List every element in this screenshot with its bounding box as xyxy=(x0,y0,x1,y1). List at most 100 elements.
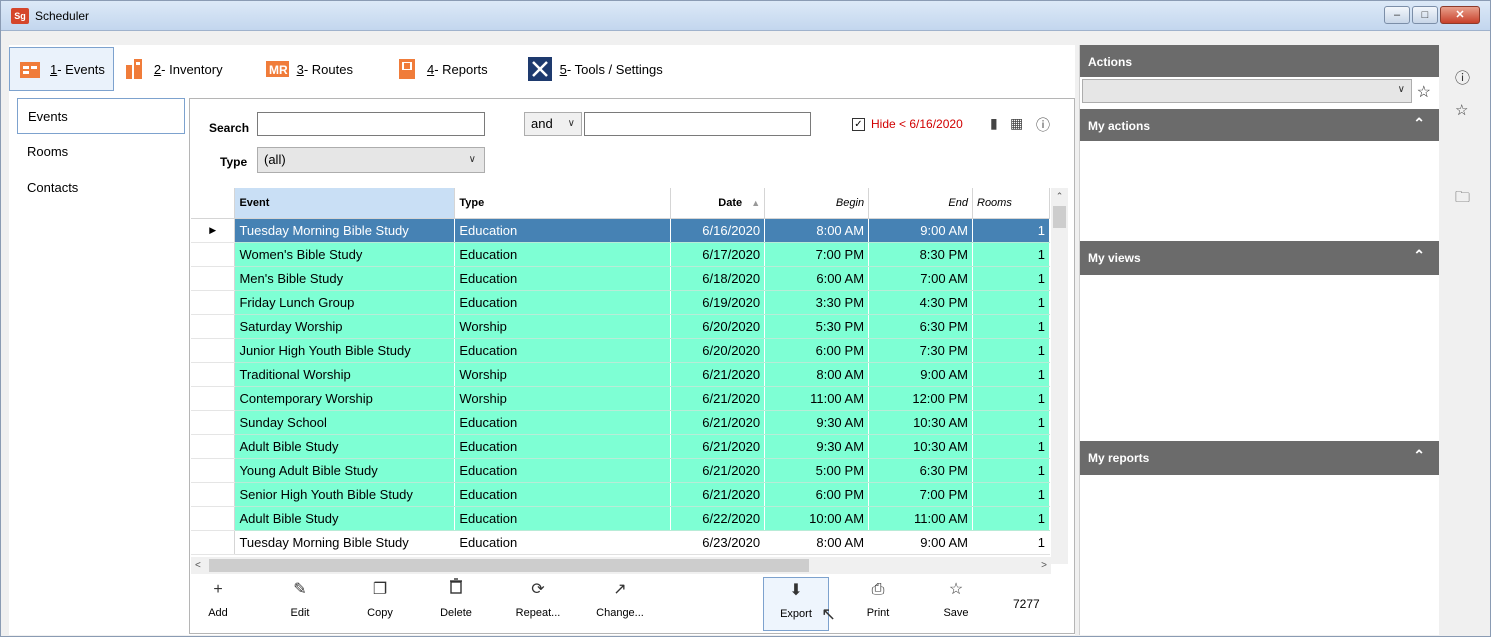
table-cell-date[interactable]: 6/21/2020 xyxy=(670,482,766,507)
subnav-item-contacts[interactable]: Contacts xyxy=(17,170,185,206)
table-row[interactable]: Adult Bible Study Education 6/21/2020 9:30 … xyxy=(191,434,1050,459)
table-cell-date[interactable]: 6/21/2020 xyxy=(670,362,766,387)
copy-button[interactable]: ❐ Copy xyxy=(355,577,405,631)
actions-select[interactable]: ∨ xyxy=(1082,79,1412,103)
vertical-scrollbar[interactable]: ⌃ xyxy=(1051,188,1068,564)
export-button[interactable]: ⬇ Export xyxy=(763,577,829,631)
scroll-up-icon[interactable]: ⌃ xyxy=(1051,188,1068,205)
change-button[interactable]: ↗ Change... xyxy=(595,577,645,631)
row-selector[interactable] xyxy=(191,338,236,363)
row-selector[interactable] xyxy=(191,290,236,315)
row-selector[interactable]: ▶ xyxy=(191,218,236,243)
table-cell-event[interactable]: Tuesday Morning Bible Study xyxy=(234,530,456,555)
add-button[interactable]: + Add xyxy=(193,577,243,631)
favorite-star-icon[interactable]: ☆ xyxy=(1417,82,1431,102)
table-cell-event[interactable]: Saturday Worship xyxy=(234,314,456,339)
table-cell-type[interactable]: Worship xyxy=(454,314,672,339)
repeat-button[interactable]: ⟳ Repeat... xyxy=(513,577,563,631)
table-cell-begin[interactable]: 9:30 AM xyxy=(764,434,870,459)
type-select[interactable]: (all) ∨ xyxy=(257,147,485,173)
table-cell-rooms[interactable]: 1 xyxy=(972,482,1050,507)
table-row[interactable]: Saturday Worship Worship 6/20/2020 5:30 PM 6… xyxy=(191,314,1050,339)
table-cell-event[interactable]: Tuesday Morning Bible Study xyxy=(234,218,456,243)
table-cell-rooms[interactable]: 1 xyxy=(972,266,1050,291)
table-row[interactable]: Tuesday Morning Bible Study Education 6/23… xyxy=(191,530,1050,555)
table-cell-date[interactable]: 6/20/2020 xyxy=(670,338,766,363)
help-icon[interactable]: ⓘ xyxy=(1455,67,1470,88)
table-cell-date[interactable]: 6/21/2020 xyxy=(670,434,766,459)
table-cell-rooms[interactable]: 1 xyxy=(972,458,1050,483)
my-reports-header[interactable]: My reports ⌃ xyxy=(1080,441,1439,475)
table-cell-begin[interactable]: 6:00 PM xyxy=(764,482,870,507)
table-cell-type[interactable]: Worship xyxy=(454,386,672,411)
table-cell-type[interactable]: Worship xyxy=(454,362,672,387)
layout-icon[interactable]: ▦ xyxy=(1010,115,1023,132)
table-cell-event[interactable]: Junior High Youth Bible Study xyxy=(234,338,456,363)
table-cell-begin[interactable]: 6:00 PM xyxy=(764,338,870,363)
tab-inventory[interactable]: 2 - Inventory xyxy=(114,47,231,91)
table-cell-end[interactable]: 4:30 PM xyxy=(868,290,973,315)
table-cell-event[interactable]: Senior High Youth Bible Study xyxy=(234,482,456,507)
table-cell-type[interactable]: Education xyxy=(454,482,672,507)
column-chooser-icon[interactable]: ▮ xyxy=(990,115,998,132)
table-cell-begin[interactable]: 8:00 AM xyxy=(764,530,870,555)
table-cell-type[interactable]: Education xyxy=(454,410,672,435)
table-cell-rooms[interactable]: 1 xyxy=(972,338,1050,363)
scroll-thumb[interactable] xyxy=(1053,206,1066,228)
table-row[interactable]: Senior High Youth Bible Study Education 6/… xyxy=(191,482,1050,507)
checkbox-icon[interactable]: ✓ xyxy=(852,117,865,131)
table-cell-end[interactable]: 9:00 AM xyxy=(868,530,973,555)
table-cell-begin[interactable]: 6:00 AM xyxy=(764,266,870,291)
table-cell-rooms[interactable]: 1 xyxy=(972,314,1050,339)
table-row[interactable]: Men's Bible Study Education 6/18/2020 6:00 … xyxy=(191,266,1050,291)
table-cell-event[interactable]: Young Adult Bible Study xyxy=(234,458,456,483)
tab-routes[interactable]: MR 3 - Routes xyxy=(257,47,361,91)
row-selector[interactable] xyxy=(191,386,236,411)
table-cell-event[interactable]: Friday Lunch Group xyxy=(234,290,456,315)
table-cell-event[interactable]: Adult Bible Study xyxy=(234,434,456,459)
table-row[interactable]: Traditional Worship Worship 6/21/2020 8:00 … xyxy=(191,362,1050,387)
table-cell-event[interactable]: Women's Bible Study xyxy=(234,242,456,267)
table-cell-event[interactable]: Men's Bible Study xyxy=(234,266,456,291)
row-selector[interactable] xyxy=(191,530,236,555)
table-cell-begin[interactable]: 5:00 PM xyxy=(764,458,870,483)
table-cell-begin[interactable]: 8:00 AM xyxy=(764,362,870,387)
table-cell-rooms[interactable]: 1 xyxy=(972,242,1050,267)
subnav-item-events[interactable]: Events xyxy=(17,98,185,134)
column-header-type[interactable]: Type xyxy=(454,188,672,219)
table-row[interactable]: Friday Lunch Group Education 6/19/2020 3:30… xyxy=(191,290,1050,315)
column-header-date[interactable]: Date ▲ xyxy=(670,188,766,219)
table-cell-date[interactable]: 6/18/2020 xyxy=(670,266,766,291)
table-cell-begin[interactable]: 11:00 AM xyxy=(764,386,870,411)
scroll-right-icon[interactable]: > xyxy=(1041,557,1047,574)
column-header-event[interactable]: Event xyxy=(234,188,456,219)
row-selector[interactable] xyxy=(191,362,236,387)
table-cell-type[interactable]: Education xyxy=(454,242,672,267)
close-button[interactable]: ✕ xyxy=(1440,6,1480,24)
table-cell-rooms[interactable]: 1 xyxy=(972,410,1050,435)
table-cell-end[interactable]: 7:00 AM xyxy=(868,266,973,291)
table-cell-begin[interactable]: 10:00 AM xyxy=(764,506,870,531)
table-row[interactable]: Adult Bible Study Education 6/22/2020 10:00… xyxy=(191,506,1050,531)
table-cell-rooms[interactable]: 1 xyxy=(972,434,1050,459)
table-cell-end[interactable]: 11:00 AM xyxy=(868,506,973,531)
table-cell-type[interactable]: Education xyxy=(454,458,672,483)
table-cell-begin[interactable]: 8:00 AM xyxy=(764,218,870,243)
table-cell-type[interactable]: Education xyxy=(454,266,672,291)
table-cell-type[interactable]: Education xyxy=(454,290,672,315)
table-cell-date[interactable]: 6/16/2020 xyxy=(670,218,766,243)
minimize-button[interactable]: – xyxy=(1384,6,1410,24)
table-cell-date[interactable]: 6/17/2020 xyxy=(670,242,766,267)
collapse-caret-icon[interactable]: ⌃ xyxy=(1413,115,1425,132)
collapse-caret-icon[interactable]: ⌃ xyxy=(1413,447,1425,464)
table-cell-rooms[interactable]: 1 xyxy=(972,290,1050,315)
favorites-star-icon[interactable]: ☆ xyxy=(1455,101,1468,119)
table-cell-date[interactable]: 6/21/2020 xyxy=(670,386,766,411)
tab-tools-settings[interactable]: 5 - Tools / Settings xyxy=(520,47,671,91)
table-cell-end[interactable]: 9:00 AM xyxy=(868,362,973,387)
table-cell-date[interactable]: 6/21/2020 xyxy=(670,410,766,435)
table-cell-event[interactable]: Sunday School xyxy=(234,410,456,435)
hscroll-thumb[interactable] xyxy=(209,559,809,572)
table-cell-type[interactable]: Education xyxy=(454,434,672,459)
table-cell-end[interactable]: 7:30 PM xyxy=(868,338,973,363)
